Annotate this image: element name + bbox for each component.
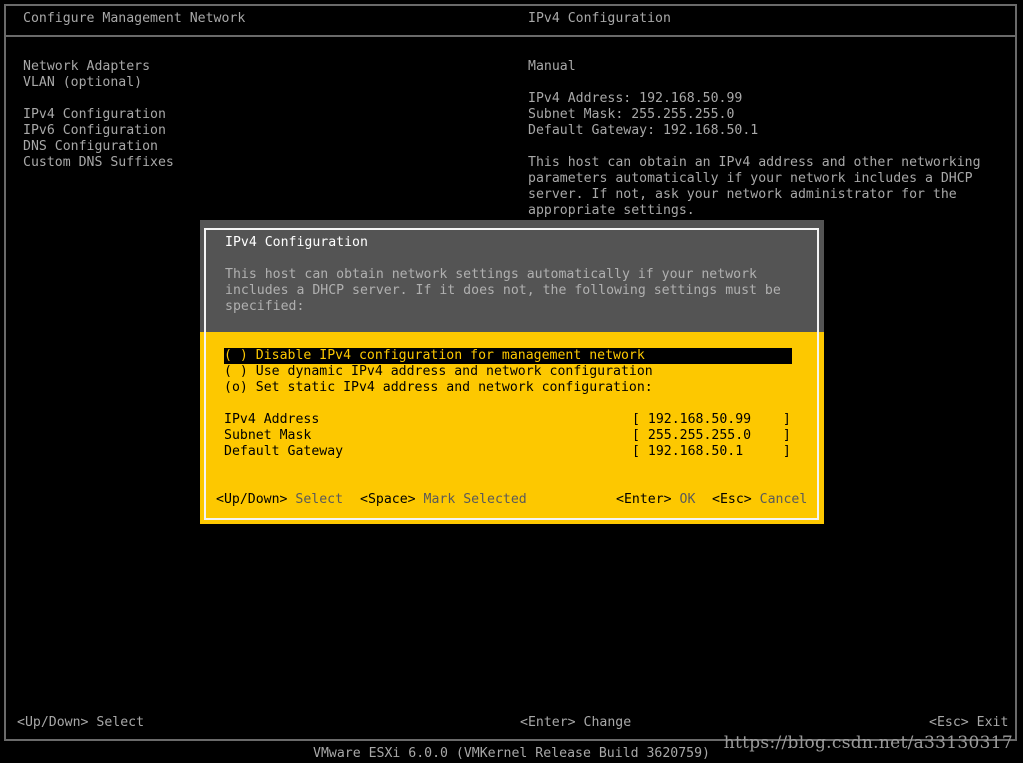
right-panel-title: IPv4 Configuration [528,11,671,26]
subnet-mask-label: Subnet Mask [224,428,312,443]
ipv4-mode: Manual [528,59,576,74]
hint-updown-desc: Select [295,492,344,507]
default-gateway-input[interactable]: [ 192.168.50.1 ] [632,444,791,460]
ipv4-address-label: IPv4 Address [224,412,320,427]
dialog-title: IPv4 Configuration [225,235,368,250]
ok-button[interactable]: <Enter> OK [616,492,695,508]
option-dynamic-ipv4[interactable]: ( ) Use dynamic IPv4 address and network… [224,364,653,380]
watermark: https://blog.csdn.net/a33130317 [723,733,1013,753]
dialog-description-line: specified: [225,299,305,314]
header-divider [6,35,1015,37]
hint-space-key: <Space> [360,492,416,507]
cancel-key: <Esc> [712,492,752,507]
menu-item-ipv6-configuration[interactable]: IPv6 Configuration [23,123,166,139]
hint-updown: <Up/Down> Select [216,492,343,508]
dialog-description-line: includes a DHCP server. If it does not, … [225,283,781,298]
menu-item-dns-configuration[interactable]: DNS Configuration [23,139,158,155]
cancel-button[interactable]: <Esc> Cancel [712,492,807,508]
ipv4-address-readout: IPv4 Address: 192.168.50.99 [528,91,743,106]
hint-space-desc: Mark Selected [423,492,527,507]
details-description-line: parameters automatically if your network… [528,171,973,186]
default-gateway-label: Default Gateway [224,444,344,459]
hint-space: <Space> Mark Selected [360,492,527,508]
subnet-mask-readout: Subnet Mask: 255.255.255.0 [528,107,735,122]
menu-item-ipv4-configuration[interactable]: IPv4 Configuration [23,107,166,123]
details-description-line: appropriate settings. [528,203,695,218]
option-disable-ipv4[interactable]: ( ) Disable IPv4 configuration for manag… [224,348,792,364]
ipv4-address-input[interactable]: [ 192.168.50.99 ] [632,412,791,428]
dialog-description-line: This host can obtain network settings au… [225,267,757,282]
ok-label: OK [679,492,696,507]
ipv4-config-dialog: IPv4 Configuration This host can obtain … [200,220,824,524]
ok-key: <Enter> [616,492,672,507]
details-description-line: server. If not, ask your network adminis… [528,187,957,202]
cancel-label: Cancel [759,492,808,507]
default-gateway-readout: Default Gateway: 192.168.50.1 [528,123,759,138]
left-panel-title: Configure Management Network [23,11,246,26]
hint-updown-key: <Up/Down> [216,492,288,507]
menu-item-vlan[interactable]: VLAN (optional) [23,75,142,91]
details-description-line: This host can obtain an IPv4 address and… [528,155,981,170]
footer-exit-hint: <Esc> Exit [929,715,1009,730]
option-static-ipv4[interactable]: (o) Set static IPv4 address and network … [224,380,653,396]
footer-change-hint: <Enter> Change [520,715,632,730]
subnet-mask-input[interactable]: [ 255.255.255.0 ] [632,428,791,444]
menu-item-network-adapters[interactable]: Network Adapters [23,59,150,75]
footer-select-hint: <Up/Down> Select [17,715,145,730]
menu-item-custom-dns-suffixes[interactable]: Custom DNS Suffixes [23,155,174,171]
